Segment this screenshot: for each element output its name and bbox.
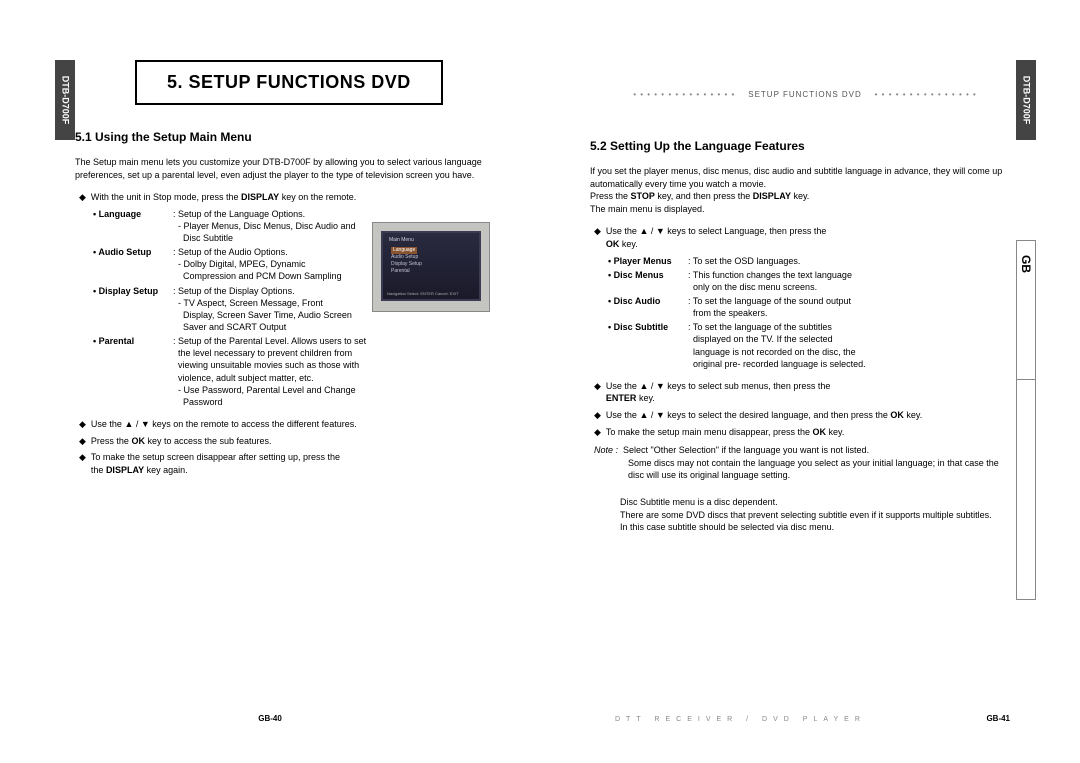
footer-spacer: DTT RECEIVER / DVD PLAYER bbox=[615, 716, 866, 723]
section-5-1-title: 5.1 Using the Setup Main Menu bbox=[75, 130, 495, 144]
bullet-nav-keys: ◆Use the ▲ / ▼ keys on the remote to acc… bbox=[75, 418, 495, 431]
side-tab-left: DTB-D700F bbox=[55, 60, 75, 140]
bullet-desired-lang: ◆Use the ▲ / ▼ keys to select the desire… bbox=[590, 409, 1010, 422]
bullet-display-stop: ◆ With the unit in Stop mode, press the … bbox=[75, 191, 495, 204]
section-5-2-intro: If you set the player menus, disc menus,… bbox=[590, 165, 1010, 215]
chapter-box: 5. SETUP FUNCTIONS DVD bbox=[135, 60, 443, 105]
side-tab-gb: GB bbox=[1016, 240, 1036, 380]
page-left: DTB-D700F 5. SETUP FUNCTIONS DVD 5.1 Usi… bbox=[0, 0, 540, 763]
option-table-right: • Player Menus: To set the OSD languages… bbox=[608, 255, 1010, 370]
running-header: • • • • • • • • • • • • • • • SETUP FUNC… bbox=[590, 90, 1020, 99]
note-block: Note : Select "Other Selection" if the l… bbox=[590, 444, 1010, 482]
bullet-sub-enter: ◆Use the ▲ / ▼ keys to select sub menus,… bbox=[590, 380, 1010, 405]
side-tab-right: DTB-D700F bbox=[1016, 60, 1036, 140]
option-table-left: • Language: Setup of the Language Option… bbox=[93, 208, 383, 408]
bullet-disappear: ◆To make the setup screen disappear afte… bbox=[75, 451, 495, 476]
page-right: DTB-D700F GB • • • • • • • • • • • • • •… bbox=[540, 0, 1080, 763]
page-number-left: GB-40 bbox=[258, 714, 282, 723]
bullet-ok-sub: ◆Press the OK key to access the sub feat… bbox=[75, 435, 495, 448]
osd-screenshot: Main Menu Language Audio Setup Display S… bbox=[372, 222, 490, 312]
bullet-lang-ok: ◆Use the ▲ / ▼ keys to select Language, … bbox=[590, 225, 1010, 250]
section-5-2-title: 5.2 Setting Up the Language Features bbox=[590, 139, 1010, 153]
trailing-notes: Disc Subtitle menu is a disc dependent. … bbox=[590, 496, 1010, 534]
bullet-main-disappear: ◆To make the setup main menu disappear, … bbox=[590, 426, 1010, 439]
page-number-right: GB-41 bbox=[986, 714, 1010, 723]
side-tab-extra bbox=[1016, 380, 1036, 600]
section-5-1-intro: The Setup main menu lets you customize y… bbox=[75, 156, 495, 181]
chapter-title: 5. SETUP FUNCTIONS DVD bbox=[167, 72, 411, 92]
